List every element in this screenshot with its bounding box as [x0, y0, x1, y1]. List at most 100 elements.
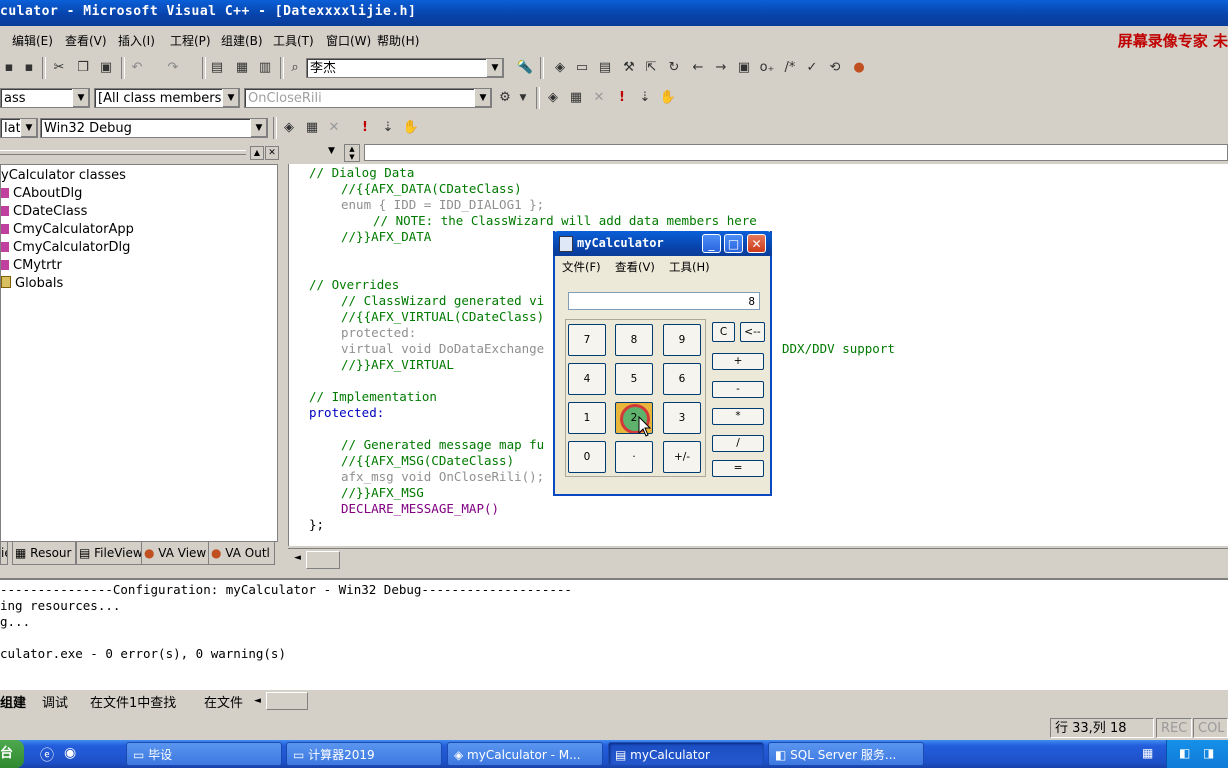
chevron-down-icon[interactable]: ▼ — [514, 89, 532, 107]
key-5[interactable]: 5 — [615, 363, 653, 395]
function-combo[interactable]: OnCloseRili ▼ — [244, 88, 492, 108]
execute-icon[interactable]: ! — [356, 119, 374, 137]
key-multiply[interactable]: * — [712, 408, 764, 425]
taskbar-button[interactable]: ▭ 毕设 — [126, 742, 282, 766]
config-combo[interactable]: Win32 Debug ▼ — [40, 118, 268, 138]
execute-icon[interactable]: ! — [613, 89, 631, 107]
class-combo[interactable]: ass ▼ — [0, 88, 90, 108]
spin-icon[interactable]: ▲ ▼ — [344, 144, 360, 162]
key-4[interactable]: 4 — [568, 363, 606, 395]
key-subtract[interactable]: - — [712, 381, 764, 398]
scroll-thumb[interactable] — [266, 692, 308, 710]
va-files-icon[interactable]: ▤ — [596, 59, 614, 77]
calculator-title-bar[interactable]: myCalculator _ □ ✕ — [553, 231, 772, 256]
stop-build-icon[interactable]: ✕ — [325, 119, 343, 137]
tab-resourceview[interactable]: ▦ Resour — [12, 542, 77, 565]
go-icon[interactable]: ⇣ — [636, 89, 654, 107]
key-7[interactable]: 7 — [568, 324, 606, 356]
key-0[interactable]: 0 — [568, 441, 606, 473]
maximize-icon[interactable]: □ — [724, 234, 743, 253]
find-combo[interactable]: 李杰 ▼ — [306, 58, 504, 78]
find-icon[interactable]: 🔦 — [516, 59, 534, 77]
calc-menu-file[interactable]: 文件(F) — [562, 259, 601, 275]
calc-menu-view[interactable]: 查看(V) — [615, 259, 655, 275]
tab-fileview[interactable]: ▤ FileView — [76, 542, 148, 565]
app-title-bar[interactable]: culator - Microsoft Visual C++ - [Datexx… — [0, 0, 1228, 26]
va-tomato-icon[interactable]: ● — [850, 59, 868, 77]
editor-hscrollbar[interactable]: ◄ — [288, 548, 1228, 571]
maximize-pane-icon[interactable]: ▲ — [250, 146, 264, 160]
stop-build-icon[interactable]: ✕ — [590, 89, 608, 107]
paste-icon[interactable]: ▣ — [97, 59, 115, 77]
va-open-icon[interactable]: ◈ — [551, 59, 569, 77]
media-icon[interactable]: ◉ — [64, 745, 76, 761]
key-decimal[interactable]: · — [615, 441, 653, 473]
arrow-left-icon[interactable]: ◄ — [254, 696, 261, 706]
editor-nav-field[interactable] — [364, 144, 1228, 161]
build-icon[interactable]: ▦ — [303, 119, 321, 137]
tab-find2[interactable]: 在文件 — [204, 692, 243, 711]
tree-root[interactable]: yCalculator classes — [1, 167, 126, 185]
windows-icon[interactable]: ▥ — [256, 59, 274, 77]
tab-build[interactable]: 组建 — [0, 692, 26, 711]
save-all-icon[interactable]: ▪ — [20, 59, 38, 77]
tab-find1[interactable]: 在文件1中查找 — [90, 692, 176, 711]
menu-build[interactable]: 组建(B) — [221, 32, 263, 49]
scroll-thumb[interactable] — [306, 551, 340, 569]
menu-window[interactable]: 窗口(W) — [326, 32, 371, 49]
chevron-down-icon[interactable]: ▼ — [20, 119, 37, 137]
menu-edit[interactable]: 编辑(E) — [12, 32, 53, 49]
breakpoint-hand-icon[interactable]: ✋ — [659, 89, 677, 107]
save-icon[interactable]: ▪ — [0, 59, 18, 77]
tree-item-class[interactable]: CAboutDlg — [1, 185, 82, 203]
menu-insert[interactable]: 插入(I) — [118, 32, 155, 49]
taskbar-button[interactable]: ▭ 计算器2019 — [286, 742, 442, 766]
project-combo[interactable]: latc ▼ — [0, 118, 38, 138]
key-add[interactable]: + — [712, 353, 764, 370]
forward-arrow-icon[interactable]: → — [712, 59, 730, 77]
key-clear[interactable]: C — [712, 322, 735, 342]
go-icon[interactable]: ⇣ — [379, 119, 397, 137]
key-equals[interactable]: = — [712, 460, 764, 477]
taskbar-button[interactable]: ◧ SQL Server 服务... — [768, 742, 924, 766]
tab-classview[interactable]: ie — [0, 542, 8, 565]
find-in-files-icon[interactable]: ⌕ — [286, 59, 304, 77]
close-icon[interactable]: ✕ — [747, 234, 766, 253]
menu-view[interactable]: 查看(V) — [65, 32, 107, 49]
menu-help[interactable]: 帮助(H) — [377, 32, 419, 49]
va-goto-icon[interactable]: ⇱ — [642, 59, 660, 77]
compile-icon[interactable]: ◈ — [544, 89, 562, 107]
compile-icon[interactable]: ◈ — [280, 119, 298, 137]
tree-item-class[interactable]: CmyCalculatorDlg — [1, 239, 130, 257]
chevron-down-icon[interactable]: ▼ — [72, 89, 89, 107]
va-reparse-icon[interactable]: ⟲ — [826, 59, 844, 77]
grip-bar[interactable] — [0, 150, 246, 155]
breakpoint-hand-icon[interactable]: ✋ — [402, 119, 420, 137]
menu-project[interactable]: 工程(P) — [170, 32, 211, 49]
output-icon[interactable]: ▦ — [233, 59, 251, 77]
key-3[interactable]: 3 — [663, 402, 701, 434]
build-icon[interactable]: ▦ — [567, 89, 585, 107]
va-folder-icon[interactable]: ▭ — [573, 59, 591, 77]
back-arrow-icon[interactable]: ← — [689, 59, 707, 77]
calc-menu-tools[interactable]: 工具(H) — [669, 259, 710, 275]
va-refresh-icon[interactable]: ↻ — [665, 59, 683, 77]
comment-icon[interactable]: /* — [781, 59, 799, 77]
va-tools-icon[interactable]: ⚒ — [620, 59, 638, 77]
tab-debug[interactable]: 调试 — [42, 692, 68, 711]
spellcheck-icon[interactable]: ✓ — [803, 59, 821, 77]
tray-icon[interactable]: ◨ — [1203, 746, 1214, 760]
chevron-down-icon[interactable]: ▼ — [222, 89, 239, 107]
tree-item-class[interactable]: CmyCalculatorApp — [1, 221, 134, 239]
tree-item-class[interactable]: CMytrtr — [1, 257, 62, 275]
copy-icon[interactable]: ❐ — [74, 59, 92, 77]
key-backspace[interactable]: <-- — [740, 322, 765, 342]
taskbar-button-active[interactable]: ▤ myCalculator — [608, 742, 764, 766]
key-6[interactable]: 6 — [663, 363, 701, 395]
key-8[interactable]: 8 — [615, 324, 653, 356]
chevron-down-icon[interactable]: ▼ — [250, 119, 267, 137]
tree-item-class[interactable]: CDateClass — [1, 203, 87, 221]
va-options-icon[interactable]: o₊ — [758, 59, 776, 77]
cut-icon[interactable]: ✂ — [50, 59, 68, 77]
close-icon[interactable]: ✕ — [265, 146, 279, 160]
